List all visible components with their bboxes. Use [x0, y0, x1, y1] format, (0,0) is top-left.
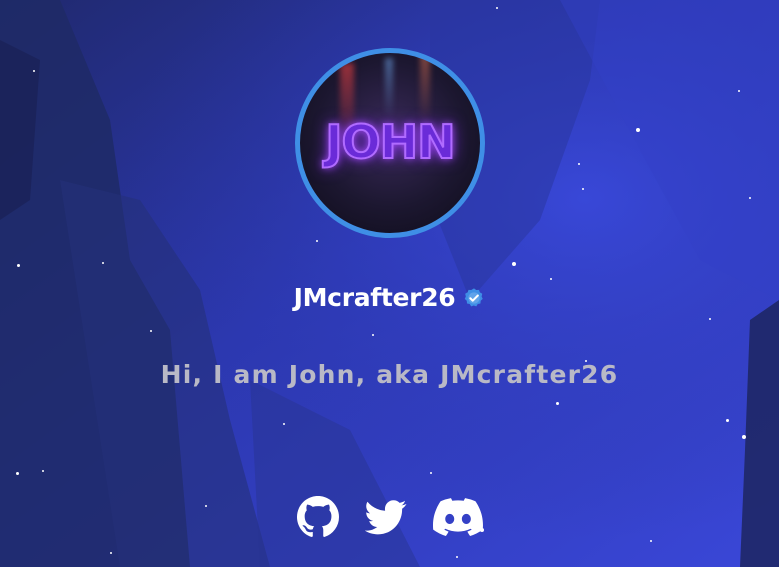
username: JMcrafter26: [293, 283, 456, 312]
avatar: JOHN: [295, 48, 485, 238]
github-link[interactable]: [296, 496, 339, 538]
discord-link[interactable]: [432, 496, 483, 538]
discord-icon: [432, 498, 483, 537]
github-icon: [296, 496, 339, 537]
profile-tagline: Hi, I am John, aka JMcrafter26: [160, 360, 619, 389]
social-links: [0, 496, 779, 538]
avatar-light-streak: [420, 53, 430, 123]
twitter-icon: [364, 500, 406, 535]
avatar-neon-text: JOHN: [324, 114, 456, 170]
twitter-link[interactable]: [364, 496, 407, 538]
avatar-light-streak: [385, 58, 393, 118]
username-row: JMcrafter26: [0, 283, 779, 312]
verified-badge-icon: [465, 287, 484, 306]
